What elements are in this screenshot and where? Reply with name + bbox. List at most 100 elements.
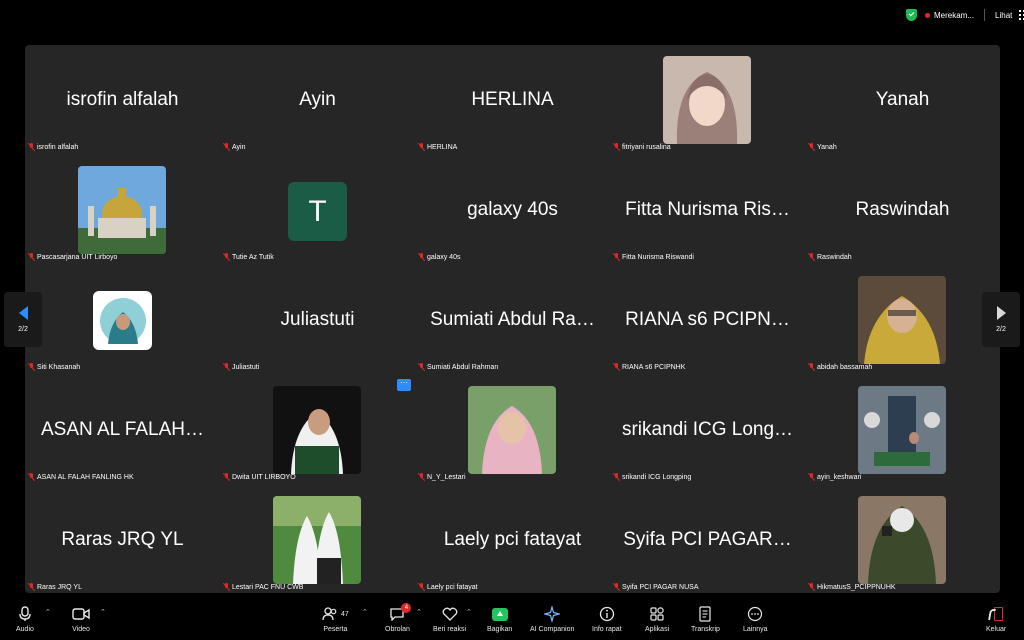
participant-name: srikandi ICG Long…	[621, 419, 794, 440]
apps-icon	[649, 604, 665, 624]
mic-muted-icon	[28, 473, 35, 481]
next-page-button[interactable]: 2/2	[982, 292, 1020, 347]
participant-photo	[858, 496, 946, 584]
participant-tile[interactable]: Sumiati Abdul Ra… Sumiati Abdul Rahman	[415, 265, 610, 374]
participants-count: 47	[341, 610, 349, 618]
more-options-button[interactable]: ···	[397, 379, 411, 391]
participant-label: Ayin	[232, 143, 246, 151]
video-button[interactable]: Video	[72, 604, 90, 633]
chevron-up-icon[interactable]: ⌃	[416, 608, 422, 616]
mic-muted-icon	[418, 143, 425, 151]
participant-tile[interactable]: T Tutie Az Tutik	[220, 155, 415, 264]
audio-label: Audio	[16, 626, 34, 633]
participant-photo	[858, 386, 946, 474]
participant-name: Raras JRQ YL	[61, 529, 184, 550]
participant-name: ASAN AL FALAH…	[41, 419, 204, 440]
participant-photo	[78, 166, 166, 254]
transcript-button[interactable]: Transkrip	[691, 604, 720, 633]
prev-page-button[interactable]: 2/2	[4, 292, 42, 347]
participant-label: ayin_keshwari	[817, 473, 862, 481]
mic-muted-icon	[223, 473, 230, 481]
participant-tile[interactable]: Pascasarjana UIT Lirboyo	[25, 155, 220, 264]
grid-view-icon[interactable]	[1019, 10, 1024, 20]
participant-tile[interactable]: Syifa PCI PAGAR… Syifa PCI PAGAR NUSA	[610, 485, 805, 594]
people-icon: 47	[322, 604, 349, 624]
reactions-label: Beri reaksi	[433, 626, 467, 633]
participant-tile[interactable]: abidah bassamah	[805, 265, 1000, 374]
chevron-up-icon[interactable]: ⌃	[45, 608, 51, 616]
leave-label: Keluar	[986, 626, 1007, 633]
share-screen-icon	[491, 604, 508, 624]
participant-tile[interactable]: Yanah Yanah	[805, 45, 1000, 154]
document-icon	[698, 604, 712, 624]
mic-muted-icon	[613, 473, 620, 481]
mic-muted-icon	[613, 143, 620, 151]
share-button[interactable]: Bagikan	[487, 604, 512, 633]
participant-label: ASAN AL FALAH FANLING HK	[37, 473, 134, 481]
participant-tile[interactable]: srikandi ICG Long… srikandi ICG Longping	[610, 375, 805, 484]
mic-muted-icon	[613, 583, 620, 591]
participant-tile[interactable]: ASAN AL FALAH… ASAN AL FALAH FANLING HK	[25, 375, 220, 484]
participant-tile[interactable]: HERLINA HERLINA	[415, 45, 610, 154]
more-label: Lainnya	[743, 626, 768, 633]
participant-name: Raswindah	[855, 199, 950, 220]
participant-name: HERLINA	[471, 89, 554, 110]
apps-button[interactable]: Aplikasi	[645, 604, 669, 633]
participant-label: Syifa PCI PAGAR NUSA	[622, 583, 699, 591]
participant-tile[interactable]: Laely pci fatayat Laely pci fatayat	[415, 485, 610, 594]
recording-indicator[interactable]: Merekam... Lihat	[906, 7, 1024, 23]
ai-companion-label: AI Companion	[530, 626, 575, 633]
chat-unread-badge: 4	[401, 603, 412, 613]
participant-label: HERLINA	[427, 143, 458, 151]
more-button[interactable]: Lainnya	[743, 604, 768, 633]
chat-label: Obrolan	[385, 626, 410, 633]
mic-muted-icon	[808, 473, 815, 481]
participant-name: Sumiati Abdul Ra…	[430, 309, 595, 330]
mic-muted-icon	[28, 583, 35, 591]
chevron-up-icon[interactable]: ⌃	[100, 608, 106, 616]
participant-tile[interactable]: Fitta Nurisma Ris… Fitta Nurisma Riswand…	[610, 155, 805, 264]
participant-label: Pascasarjana UIT Lirboyo	[37, 253, 118, 261]
participant-tile[interactable]: Siti Khasanah	[25, 265, 220, 374]
participant-label: Yanah	[817, 143, 837, 151]
participant-tile[interactable]: RIANA s6 PCIPN… RIANA s6 PCIPNHK	[610, 265, 805, 374]
mic-muted-icon	[28, 143, 35, 151]
participant-name: Laely pci fatayat	[443, 529, 582, 550]
chevron-up-icon[interactable]: ⌃	[362, 608, 368, 616]
divider	[984, 9, 986, 21]
ai-companion-button[interactable]: AI Companion	[530, 604, 574, 633]
participant-tile[interactable]: Juliastuti Juliastuti	[220, 265, 415, 374]
sparkle-icon	[544, 604, 561, 624]
participant-tile[interactable]: ayin_keshwari	[805, 375, 1000, 484]
participant-label: Juliastuti	[232, 363, 260, 371]
participant-tile[interactable]: Ayin Ayin	[220, 45, 415, 154]
participants-button[interactable]: 47 Peserta	[322, 604, 349, 633]
leave-button[interactable]: Keluar	[986, 604, 1006, 633]
participant-tile[interactable]: Lestari PAC FNU CWB	[220, 485, 415, 594]
meeting-info-button[interactable]: Info rapat	[592, 604, 622, 633]
participant-photo	[273, 386, 361, 474]
mic-muted-icon	[808, 143, 815, 151]
participant-label: galaxy 40s	[427, 253, 461, 261]
reactions-button[interactable]: Beri reaksi	[433, 604, 466, 633]
info-icon	[599, 604, 615, 624]
page-indicator: 2/2	[996, 326, 1006, 333]
microphone-icon	[18, 604, 32, 624]
participant-name: RIANA s6 PCIPN…	[625, 309, 790, 330]
view-label[interactable]: Lihat	[995, 11, 1012, 20]
participant-tile[interactable]: Raswindah Raswindah	[805, 155, 1000, 264]
participant-tile[interactable]: N_Y_Lestari	[415, 375, 610, 484]
participant-name: isrofin alfalah	[66, 89, 179, 110]
participant-tile[interactable]: Raras JRQ YL Raras JRQ YL	[25, 485, 220, 594]
video-label: Video	[72, 626, 90, 633]
mic-muted-icon	[28, 363, 35, 371]
participant-tile[interactable]: HikmatusS_PCIPPNUHK	[805, 485, 1000, 594]
participant-label: Sumiati Abdul Rahman	[427, 363, 499, 371]
participant-tile[interactable]: galaxy 40s galaxy 40s	[415, 155, 610, 264]
chevron-up-icon[interactable]: ⌃	[466, 608, 472, 616]
participant-tile[interactable]: fitriyani rusalina	[610, 45, 805, 154]
chat-button[interactable]: 4 Obrolan	[385, 603, 412, 633]
participant-tile[interactable]: Dwita UIT LIRBOYO	[220, 375, 415, 484]
audio-button[interactable]: Audio	[16, 604, 34, 633]
participant-tile[interactable]: isrofin alfalah isrofin alfalah	[25, 45, 220, 154]
